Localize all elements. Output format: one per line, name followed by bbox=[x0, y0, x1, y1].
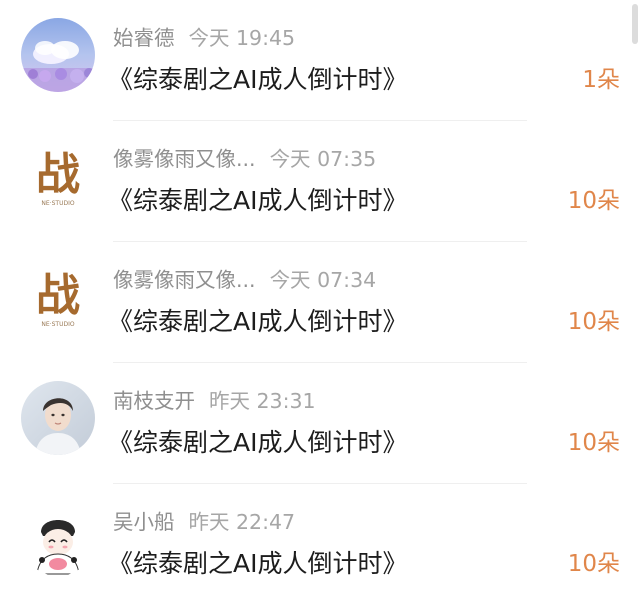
cloud-sky-avatar[interactable] bbox=[21, 18, 95, 92]
gift-record-row[interactable]: 南枝支开 昨天 23:31 《综泰剧之AI成人倒计时》 10朵 bbox=[0, 363, 640, 484]
book-title[interactable]: 《综泰剧之AI成人倒计时》 bbox=[108, 60, 407, 100]
person-portrait-avatar[interactable] bbox=[21, 381, 95, 455]
book-title[interactable]: 《综泰剧之AI成人倒计时》 bbox=[108, 544, 407, 584]
flower-count: 1朵 bbox=[582, 67, 620, 93]
calligraphy-zhan-glyph: 战 bbox=[36, 270, 80, 321]
flower-count: 10朵 bbox=[567, 188, 620, 214]
studio-label: NE·STUDIO bbox=[41, 321, 74, 328]
book-title[interactable]: 《综泰剧之AI成人倒计时》 bbox=[108, 181, 407, 221]
calligraphy-zhan-avatar[interactable]: 战 NE·STUDIO bbox=[21, 139, 95, 213]
gift-timestamp: 昨天 23:31 bbox=[209, 389, 316, 413]
gift-sender-meta: 南枝支开 昨天 23:31 bbox=[113, 384, 316, 418]
gift-timestamp: 昨天 22:47 bbox=[188, 510, 296, 534]
gift-sender-meta: 始睿德 今天 19:45 bbox=[113, 21, 295, 55]
sender-name[interactable]: 像雾像雨又像... bbox=[113, 147, 256, 171]
gift-record-list: 始睿德 今天 19:45 《综泰剧之AI成人倒计时》 1朵 战 NE·STUDIO… bbox=[0, 0, 640, 592]
studio-label: NE·STUDIO bbox=[41, 200, 74, 207]
gift-sender-meta: 像雾像雨又像... 今天 07:35 bbox=[113, 142, 376, 176]
gift-timestamp: 今天 19:45 bbox=[188, 26, 296, 50]
gift-record-row[interactable]: 战 NE·STUDIO 像雾像雨又像... 今天 07:35 《综泰剧之AI成人倒… bbox=[0, 121, 640, 242]
calligraphy-zhan-avatar[interactable]: 战 NE·STUDIO bbox=[21, 260, 95, 334]
book-title[interactable]: 《综泰剧之AI成人倒计时》 bbox=[108, 423, 407, 463]
cartoon-character-avatar[interactable] bbox=[21, 502, 95, 576]
gift-sender-meta: 吴小船 昨天 22:47 bbox=[113, 505, 295, 539]
sender-name[interactable]: 吴小船 bbox=[113, 510, 175, 534]
gift-record-row[interactable]: 战 NE·STUDIO 像雾像雨又像... 今天 07:34 《综泰剧之AI成人倒… bbox=[0, 242, 640, 363]
sender-name[interactable]: 始睿德 bbox=[113, 26, 175, 50]
sender-name[interactable]: 像雾像雨又像... bbox=[113, 268, 256, 292]
gift-record-row[interactable]: 吴小船 昨天 22:47 《综泰剧之AI成人倒计时》 10朵 bbox=[0, 484, 640, 605]
scrollbar-thumb[interactable] bbox=[632, 4, 638, 44]
flower-count: 10朵 bbox=[567, 551, 620, 577]
gift-timestamp: 今天 07:34 bbox=[269, 268, 377, 292]
sender-name[interactable]: 南枝支开 bbox=[113, 389, 195, 413]
calligraphy-zhan-glyph: 战 bbox=[36, 149, 80, 200]
gift-timestamp: 今天 07:35 bbox=[269, 147, 377, 171]
gift-record-row[interactable]: 始睿德 今天 19:45 《综泰剧之AI成人倒计时》 1朵 bbox=[0, 0, 640, 121]
flower-count: 10朵 bbox=[567, 309, 620, 335]
flower-count: 10朵 bbox=[567, 430, 620, 456]
book-title[interactable]: 《综泰剧之AI成人倒计时》 bbox=[108, 302, 407, 342]
gift-sender-meta: 像雾像雨又像... 今天 07:34 bbox=[113, 263, 376, 297]
